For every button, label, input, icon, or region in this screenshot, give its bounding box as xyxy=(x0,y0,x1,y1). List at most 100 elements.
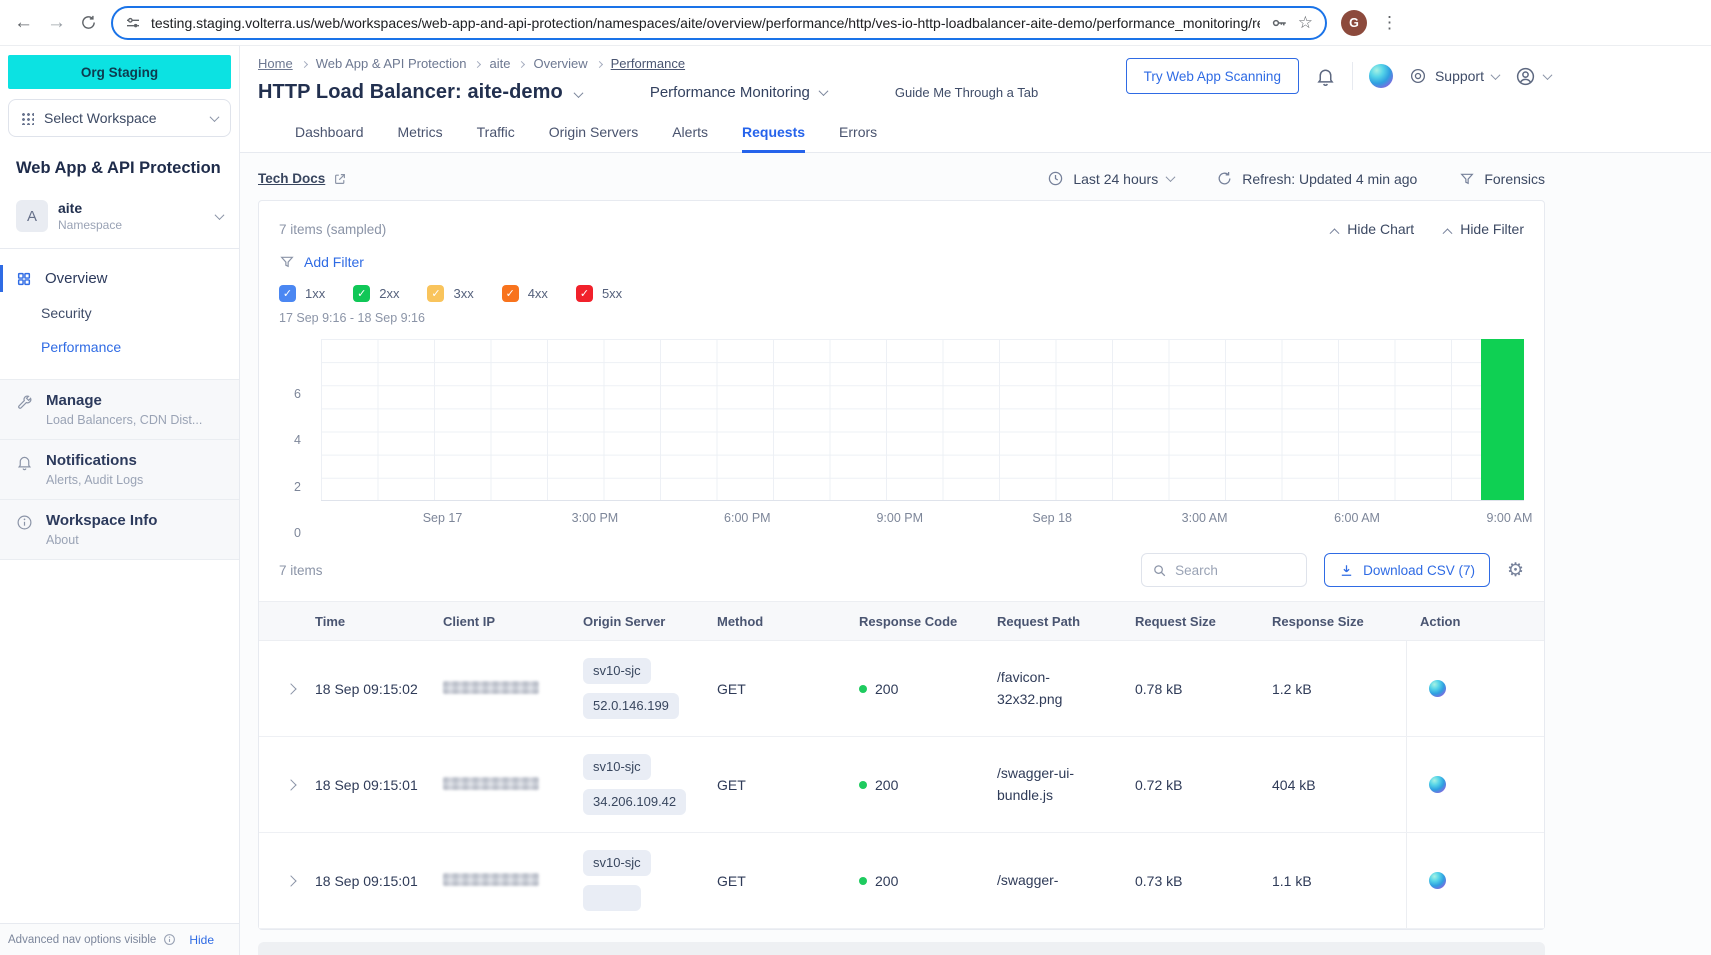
chart-x-axis: Sep 173:00 PM6:00 PM9:00 PMSep 183:00 AM… xyxy=(321,507,1524,533)
refresh-button[interactable]: Refresh: Updated 4 min ago xyxy=(1216,170,1417,187)
browser-menu-icon[interactable]: ⋮ xyxy=(1381,13,1398,33)
namespace-selector[interactable]: A aite Namespace xyxy=(0,192,239,249)
row-expand-icon[interactable] xyxy=(285,779,296,790)
table-row[interactable]: 18 Sep 09:15:01 sv10-sjc GET 200 /swagge… xyxy=(259,833,1544,929)
sidebar-item-manage[interactable]: Manage Load Balancers, CDN Dist... xyxy=(0,379,239,440)
action-sphere-icon[interactable] xyxy=(1429,872,1446,889)
action-sphere-icon[interactable] xyxy=(1429,776,1446,793)
horizontal-scrollbar[interactable] xyxy=(258,942,1545,955)
sidebar-item-performance[interactable]: Performance xyxy=(0,330,239,364)
checkbox-checked-icon[interactable]: ✓ xyxy=(279,285,296,302)
apps-grid-icon xyxy=(21,112,34,125)
breadcrumb-item[interactable]: Overview xyxy=(533,56,587,71)
checkbox-checked-icon[interactable]: ✓ xyxy=(353,285,370,302)
chart-plot-area xyxy=(321,339,1524,501)
support-icon xyxy=(1409,67,1427,85)
x-axis-tick: Sep 17 xyxy=(423,511,463,525)
view-selector[interactable]: Performance Monitoring xyxy=(650,84,827,101)
table-settings-gear-icon[interactable]: ⚙ xyxy=(1507,561,1524,580)
hide-nav-link[interactable]: Hide xyxy=(189,933,214,947)
passkey-icon[interactable] xyxy=(1270,14,1288,32)
browser-reload-icon[interactable] xyxy=(80,14,97,31)
row-expand-icon[interactable] xyxy=(285,875,296,886)
status-filter-2xx[interactable]: ✓ 2xx xyxy=(353,285,399,302)
cell-time: 18 Sep 09:15:01 xyxy=(301,777,429,793)
workspace-selector[interactable]: Select Workspace xyxy=(8,99,231,137)
sidebar-item-security[interactable]: Security xyxy=(0,296,239,330)
sidebar-item-workspace-info[interactable]: Workspace Info About xyxy=(0,499,239,560)
tab-alerts[interactable]: Alerts xyxy=(672,124,708,152)
download-csv-button[interactable]: Download CSV (7) xyxy=(1324,553,1490,587)
title-dropdown-icon[interactable] xyxy=(573,88,583,98)
url-text[interactable]: testing.staging.volterra.us/web/workspac… xyxy=(151,15,1260,31)
hide-filter-toggle[interactable]: Hide Filter xyxy=(1444,221,1524,237)
response-code-value: 200 xyxy=(875,873,898,889)
breadcrumb-item[interactable]: Performance xyxy=(611,56,685,71)
breadcrumb-item[interactable]: aite xyxy=(489,56,510,71)
tech-docs-link[interactable]: Tech Docs xyxy=(258,171,347,186)
wrench-icon xyxy=(16,394,33,411)
search-input[interactable] xyxy=(1175,563,1285,578)
sidebar-item-notifications[interactable]: Notifications Alerts, Audit Logs xyxy=(0,439,239,500)
status-filter-5xx[interactable]: ✓ 5xx xyxy=(576,285,622,302)
x-axis-tick: 9:00 PM xyxy=(876,511,923,525)
origin-server-badge xyxy=(583,885,641,911)
sidebar-item-overview[interactable]: Overview xyxy=(0,261,239,296)
chart-date-range: 17 Sep 9:16 - 18 Sep 9:16 xyxy=(259,311,1544,325)
try-web-app-scanning-button[interactable]: Try Web App Scanning xyxy=(1126,58,1299,94)
column-header-response-size: Response Size xyxy=(1258,614,1406,629)
tracking-protection-icon[interactable] xyxy=(125,15,141,31)
status-dot-icon xyxy=(859,781,867,789)
browser-forward-icon[interactable]: → xyxy=(47,13,66,32)
add-filter-button[interactable]: Add Filter xyxy=(259,254,1544,270)
brand-sphere-logo[interactable] xyxy=(1369,64,1393,88)
status-filter-1xx[interactable]: ✓ 1xx xyxy=(279,285,325,302)
tab-traffic[interactable]: Traffic xyxy=(477,124,515,152)
action-sphere-icon[interactable] xyxy=(1429,680,1446,697)
origin-server-badge: 52.0.146.199 xyxy=(583,693,679,719)
row-expand-icon[interactable] xyxy=(285,683,296,694)
download-icon xyxy=(1339,563,1354,578)
add-filter-label: Add Filter xyxy=(304,254,364,270)
chevron-down-icon xyxy=(215,210,225,220)
tab-errors[interactable]: Errors xyxy=(839,124,877,152)
support-menu[interactable]: Support xyxy=(1409,67,1499,85)
browser-profile-avatar[interactable]: G xyxy=(1341,10,1367,36)
url-bar[interactable]: testing.staging.volterra.us/web/workspac… xyxy=(111,6,1327,40)
table-row[interactable]: 18 Sep 09:15:02 sv10-sjc52.0.146.199 GET… xyxy=(259,641,1544,737)
user-menu[interactable] xyxy=(1515,66,1551,87)
cell-action xyxy=(1406,641,1546,736)
requests-chart: 0246 Sep 173:00 PM6:00 PM9:00 PMSep 183:… xyxy=(259,339,1544,533)
checkbox-checked-icon[interactable]: ✓ xyxy=(427,285,444,302)
status-filter-4xx[interactable]: ✓ 4xx xyxy=(502,285,548,302)
tab-metrics[interactable]: Metrics xyxy=(398,124,443,152)
bookmark-star-icon[interactable]: ☆ xyxy=(1298,13,1313,33)
cell-time: 18 Sep 09:15:01 xyxy=(301,873,429,889)
table-row[interactable]: 18 Sep 09:15:01 sv10-sjc34.206.109.42 GE… xyxy=(259,737,1544,833)
guide-me-link[interactable]: Guide Me Through a Tab xyxy=(895,85,1038,100)
org-banner[interactable]: Org Staging xyxy=(8,55,231,89)
hide-chart-toggle[interactable]: Hide Chart xyxy=(1331,221,1414,237)
browser-back-icon[interactable]: ← xyxy=(14,13,33,32)
cell-request-path: /swagger- xyxy=(983,870,1121,892)
notifications-bell-icon[interactable] xyxy=(1315,66,1336,87)
column-header-request-path: Request Path xyxy=(983,614,1121,629)
origin-server-badge: sv10-sjc xyxy=(583,658,651,684)
chevron-up-icon xyxy=(1330,228,1340,238)
tab-origin-servers[interactable]: Origin Servers xyxy=(549,124,638,152)
breadcrumb-item[interactable]: Home xyxy=(258,56,293,71)
checkbox-checked-icon[interactable]: ✓ xyxy=(576,285,593,302)
forensics-button[interactable]: Forensics xyxy=(1459,171,1545,187)
x-axis-tick: 3:00 AM xyxy=(1182,511,1228,525)
items-sampled-label: 7 items (sampled) xyxy=(279,222,386,237)
checkbox-checked-icon[interactable]: ✓ xyxy=(502,285,519,302)
tab-dashboard[interactable]: Dashboard xyxy=(295,124,364,152)
time-range-selector[interactable]: Last 24 hours xyxy=(1047,170,1174,187)
info-icon xyxy=(163,933,176,946)
status-filter-3xx[interactable]: ✓ 3xx xyxy=(427,285,473,302)
search-box[interactable] xyxy=(1141,553,1307,587)
status-filter-row: ✓ 1xx ✓ 2xx ✓ 3xx ✓ 4xx ✓ 5xx xyxy=(259,285,1544,302)
tab-requests[interactable]: Requests xyxy=(742,124,805,152)
cell-response-size: 1.1 kB xyxy=(1258,873,1406,889)
breadcrumb-item[interactable]: Web App & API Protection xyxy=(316,56,467,71)
